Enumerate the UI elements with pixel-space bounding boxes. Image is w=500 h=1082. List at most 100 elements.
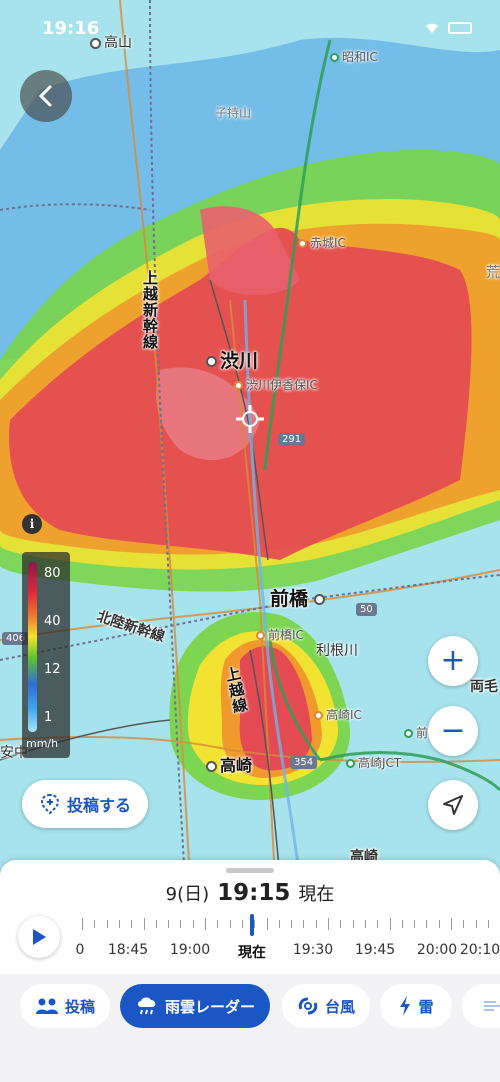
legend-color-bar <box>28 562 37 732</box>
bottom-tab-bar: 投稿 雨雲レーダー 台風 雷 <box>0 974 500 1082</box>
timeline-slider[interactable]: 0 18:45 19:00 現在 19:30 19:45 20:00 20:10 <box>72 912 500 966</box>
timeline-label: 0 <box>75 942 85 958</box>
timeline-tick <box>168 920 170 928</box>
timeline-tick <box>143 918 145 930</box>
wind-icon <box>484 1001 500 1011</box>
timeline-tick <box>82 918 83 930</box>
tab-rain-radar[interactable]: 雨雲レーダー <box>120 984 270 1028</box>
timeline-tick <box>389 918 391 930</box>
ic-label: 高崎IC <box>314 706 362 723</box>
status-icons <box>424 22 472 34</box>
timeline-tick <box>426 920 428 928</box>
people-icon <box>35 998 58 1014</box>
play-button[interactable] <box>18 916 60 958</box>
timeline-tick <box>131 920 133 928</box>
minus-icon: − <box>440 713 466 748</box>
timeline-tick <box>155 920 157 928</box>
tab-more[interactable] <box>462 984 500 1028</box>
drag-handle[interactable] <box>226 868 274 873</box>
timeline-tick <box>278 920 280 928</box>
play-icon <box>33 929 46 945</box>
timeline-tick <box>340 920 342 928</box>
ic-label: 前橋IC <box>256 626 304 643</box>
plus-icon: + <box>440 643 466 678</box>
location-crosshair-icon <box>236 405 264 433</box>
timeline-tick <box>487 920 489 928</box>
current-time-display: 9(日) 19:15 現在 <box>0 880 500 906</box>
timeline-tick <box>205 918 206 930</box>
timeline-label: 18:45 <box>107 942 149 958</box>
place-label: 高山 <box>90 32 132 52</box>
tab-label: 雨雲レーダー <box>164 997 255 1016</box>
info-icon[interactable]: i <box>22 514 42 534</box>
tab-lightning[interactable]: 雷 <box>380 984 452 1028</box>
timeline-label: 19:00 <box>169 942 211 958</box>
timeline-tick <box>241 920 243 928</box>
date-label: 9(日) <box>165 884 210 905</box>
timeline-tick <box>118 920 120 928</box>
post-button-label: 投稿する <box>66 796 131 815</box>
ic-label: 昭和IC <box>330 48 378 65</box>
current-location-button[interactable] <box>428 780 478 830</box>
timeline-tick <box>217 920 219 928</box>
app-root: 19:16 高山 子持山 渋川 前橋 高崎 利根川 安中 両毛 高崎 荒 昭和I… <box>0 0 500 1082</box>
timeline-label: 現在 <box>238 945 266 961</box>
ic-label: 高崎JCT <box>346 754 401 771</box>
legend-label: 1 <box>44 710 53 725</box>
post-pin-icon <box>40 793 59 815</box>
tab-post[interactable]: 投稿 <box>20 984 110 1028</box>
timeline-tick <box>192 920 194 928</box>
railway-label: 上越新幹線 <box>141 270 159 350</box>
route-shield: 50 <box>356 603 377 616</box>
timeline-label: 20:10 <box>459 942 500 958</box>
rain-cloud-icon <box>137 997 156 1015</box>
rail-label: 両毛 <box>470 679 498 695</box>
timeline-tick <box>475 920 477 928</box>
timeline-tick <box>315 920 317 928</box>
timeline-tick <box>438 920 440 928</box>
legend-label: 12 <box>44 662 61 677</box>
timeline-tick <box>180 920 182 928</box>
timeline-tick <box>364 920 366 928</box>
place-label: 渋川 <box>206 346 258 373</box>
ic-label: 赤城IC <box>298 234 346 251</box>
timeline-tick <box>377 920 379 928</box>
tab-typhoon[interactable]: 台風 <box>282 984 370 1028</box>
timeline-tick <box>401 920 403 928</box>
timeline-label: 19:45 <box>354 942 396 958</box>
ic-label: 渋川伊香保IC <box>234 376 318 393</box>
back-button[interactable] <box>20 70 72 122</box>
rain-legend: 80 40 12 1 mm/h <box>22 552 70 758</box>
typhoon-icon <box>298 997 318 1015</box>
time-panel: 9(日) 19:15 現在 0 18:45 19:00 現在 19:30 19:45 20:00… <box>0 860 500 974</box>
map-canvas <box>0 0 500 880</box>
tab-label: 投稿 <box>64 997 95 1016</box>
timeline-label: 20:00 <box>416 942 458 958</box>
zoom-out-button[interactable]: − <box>428 706 478 756</box>
location-arrow-icon <box>443 795 463 815</box>
route-shield: 291 <box>278 433 306 446</box>
chevron-left-icon <box>38 85 52 107</box>
timeline-tick <box>328 918 329 930</box>
mountain-label: 子持山 <box>215 106 252 120</box>
tab-label: 雷 <box>418 997 434 1016</box>
time-label: 19:15 <box>217 880 291 906</box>
timeline-tick <box>451 918 452 930</box>
timeline-tick <box>414 920 416 928</box>
zoom-in-button[interactable]: + <box>428 636 478 686</box>
place-label: 前橋 <box>270 584 328 611</box>
legend-label: 80 <box>44 566 61 581</box>
legend-label: 40 <box>44 614 61 629</box>
timeline-tick <box>254 920 256 928</box>
rain-radar-map[interactable]: 19:16 高山 子持山 渋川 前橋 高崎 利根川 安中 両毛 高崎 荒 昭和I… <box>0 0 500 880</box>
tab-label: 台風 <box>324 997 355 1016</box>
timeline-label: 19:30 <box>292 942 334 958</box>
timeline-tick <box>229 920 231 928</box>
timeline-tick <box>106 920 108 928</box>
state-label: 現在 <box>298 884 335 905</box>
timeline-tick <box>303 920 305 928</box>
timeline-tick <box>266 918 268 930</box>
legend-unit: mm/h <box>26 737 59 750</box>
timeline-tick <box>463 920 465 928</box>
post-button[interactable]: 投稿する <box>22 780 148 828</box>
